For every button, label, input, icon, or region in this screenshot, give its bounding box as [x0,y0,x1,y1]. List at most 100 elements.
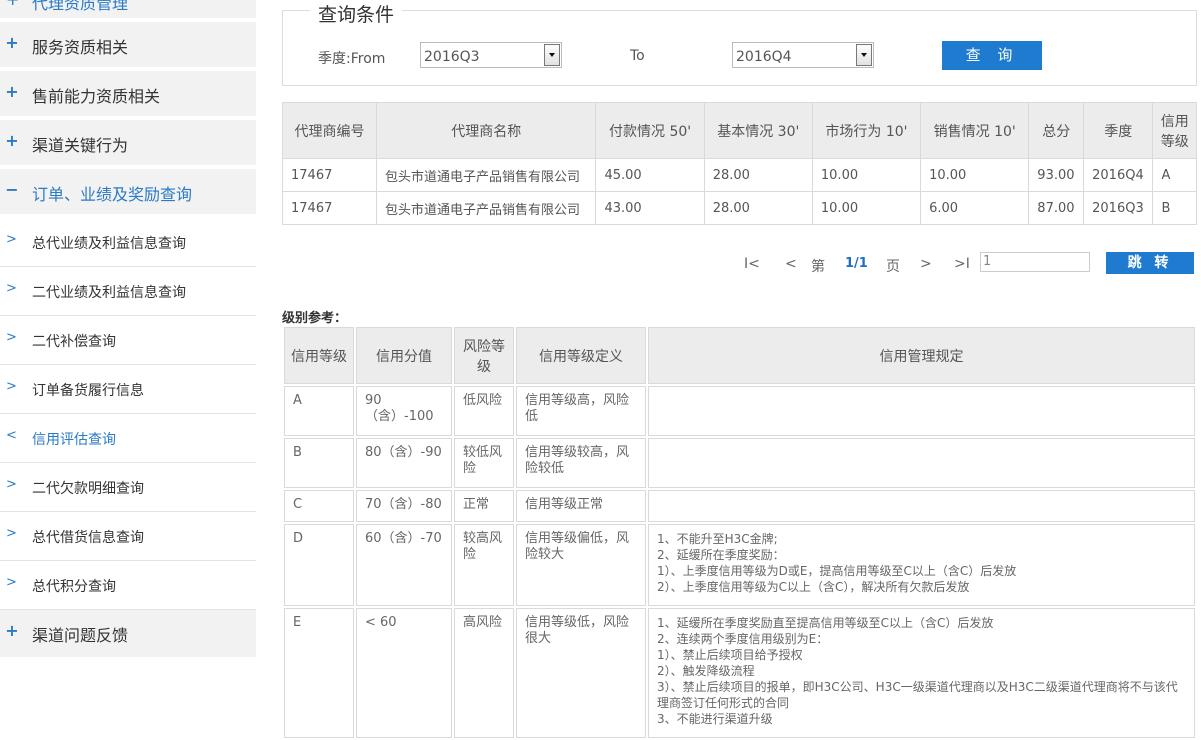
sidebar-item-presales-qualification[interactable]: + 售前能力资质相关 [0,71,256,118]
table-row: 17467 包头市道通电子产品销售有限公司 43.00 28.00 10.00 … [281,191,1197,225]
plus-icon: + [5,82,19,101]
jump-button[interactable]: 跳 转 [1106,252,1194,274]
page-suffix: 页 [886,259,900,275]
table-row: D 60（含）-70 较高风险 信用等级偏低，风险较大 1、不能升至H3C金牌;… [284,524,1195,606]
sidebar-item-label: 订单、业绩及奖励查询 [32,185,193,204]
rule-line: 2）、触发降级流程 [657,664,755,678]
cell-score: 70（含）-80 [356,490,452,522]
sidebar-subitem-distributor-performance[interactable]: > 总代业绩及利益信息查询 [0,218,256,267]
cell-risk: 较低风险 [454,438,514,488]
sidebar-item-channel-behavior[interactable]: + 渠道关键行为 [0,120,256,167]
dropdown-arrow-icon[interactable] [856,44,872,66]
chevron-right-icon: > [6,281,17,296]
search-button[interactable]: 查 询 [942,41,1042,70]
cell: 87.00 [1028,191,1085,225]
dropdown-arrow-icon[interactable] [544,44,560,66]
from-quarter-value: 2016Q3 [424,49,480,65]
col-header-agent-id: 代理商编号 [281,102,378,159]
cell-risk: 低风险 [454,386,514,436]
sidebar-subitem-label: 信用评估查询 [32,432,116,448]
table-row: A 90（含）-100 低风险 信用等级高，风险低 [284,386,1195,436]
to-label: To [630,48,645,64]
page-indicator: 1/1 [845,256,868,271]
cell: 2016Q3 [1083,191,1154,225]
next-page-button[interactable]: > [920,256,932,272]
cell: 6.00 [920,191,1030,225]
page-number-input[interactable]: 1 [980,252,1090,272]
cell: 17467 [281,191,378,225]
chevron-right-icon: > [6,477,17,492]
cell: 43.00 [595,191,705,225]
rule-line: 1）、禁止后续项目给予授权 [657,648,803,662]
table-row: B 80（含）-90 较低风险 信用等级较高，风险较低 [284,438,1195,488]
rule-line: 2、连续两个季度信用级别为E： [657,632,829,646]
col-header-credit-grade: 信用等级 [1152,102,1197,159]
rule-line: 1）、上季度信用等级为D或E，提高信用等级至C以上（含C）后发放 [657,564,1017,578]
sidebar-subitem-distributor-loans[interactable]: > 总代借货信息查询 [0,512,256,561]
sidebar-subitem-distributor-points[interactable]: > 总代积分查询 [0,561,256,610]
sidebar-subitem-label: 二代补偿查询 [32,334,116,350]
grade-reference-table: 信用等级 信用分值 风险等级 信用等级定义 信用管理规定 A 90（含）-100… [282,325,1197,740]
sidebar-subitem-label: 总代借货信息查询 [32,530,144,546]
from-label: 季度:From [318,51,386,67]
last-page-button[interactable]: >I [954,256,970,272]
cell: 10.00 [811,191,922,225]
to-quarter-select[interactable]: 2016Q4 [732,42,874,68]
col-header-quarter: 季度 [1083,102,1154,159]
cell: 包头市道通电子产品销售有限公司 [376,191,597,225]
page-prefix: 第 [811,259,825,275]
col-header-agent-name: 代理商名称 [376,102,597,159]
sidebar-item-service-qualification[interactable]: + 服务资质相关 [0,22,256,69]
cell-rules: 1、不能升至H3C金牌; 2、延缓所在季度奖励： 1）、上季度信用等级为D或E，… [648,524,1195,606]
col-header-basic: 基本情况 30' [703,102,813,159]
rule-line: 2、延缓所在季度奖励： [657,548,785,562]
cell: 45.00 [595,158,705,192]
sidebar: + 代理资质管理 + 服务资质相关 + 售前能力资质相关 + 渠道关键行为 − … [0,0,256,732]
sidebar-subitem-label: 订单备货履行信息 [32,383,144,399]
prev-page-button[interactable]: < [785,256,797,272]
from-quarter-select[interactable]: 2016Q3 [420,42,562,68]
sidebar-subitem-tier2-arrears[interactable]: > 二代欠款明细查询 [0,463,256,512]
cell: 17467 [281,158,378,192]
cell-grade: E [284,608,354,738]
sidebar-item-label: 售前能力资质相关 [32,87,161,106]
cell: A [1152,158,1197,192]
reference-header-row: 信用等级 信用分值 风险等级 信用等级定义 信用管理规定 [284,327,1195,384]
col-header-payment: 付款情况 50' [595,102,705,159]
table-row: E < 60 高风险 信用等级低，风险很大 1、延缓所在季度奖励直至提高信用等级… [284,608,1195,738]
rule-line: 1、延缓所在季度奖励直至提高信用等级至C以上（含C）后发放 [657,616,994,630]
sidebar-subitem-label: 二代欠款明细查询 [32,481,144,497]
sidebar-item-orders-performance[interactable]: − 订单、业绩及奖励查询 [0,169,256,216]
cell-definition: 信用等级较高，风险较低 [516,438,646,488]
chevron-right-icon: > [6,379,17,394]
plus-icon: + [5,621,19,640]
cell-definition: 信用等级高，风险低 [516,386,646,436]
cell-definition: 信用等级偏低，风险较大 [516,524,646,606]
sidebar-subitem-order-fulfillment[interactable]: > 订单备货履行信息 [0,365,256,414]
cell-risk: 较高风险 [454,524,514,606]
grade-reference-label: 级别参考： [282,311,348,326]
cell: 28.00 [703,158,813,192]
cell-grade: B [284,438,354,488]
cell-definition: 信用等级正常 [516,490,646,522]
sidebar-subitem-label: 总代积分查询 [32,579,116,595]
results-header-row: 代理商编号 代理商名称 付款情况 50' 基本情况 30' 市场行为 10' 销… [281,102,1197,159]
sidebar-subitem-credit-assessment[interactable]: < 信用评估查询 [0,414,256,463]
first-page-button[interactable]: I< [744,256,760,272]
sidebar-item-qualification[interactable]: + 代理资质管理 [0,0,256,18]
cell: 包头市道通电子产品销售有限公司 [376,158,597,192]
sidebar-subitem-tier2-compensation[interactable]: > 二代补偿查询 [0,316,256,365]
to-quarter-value: 2016Q4 [736,49,792,65]
sidebar-item-channel-feedback[interactable]: + 渠道问题反馈 [0,610,256,659]
sidebar-subitem-label: 二代业绩及利益信息查询 [32,285,186,301]
chevron-right-icon: > [6,526,17,541]
cell-risk: 高风险 [454,608,514,738]
cell: 28.00 [703,191,813,225]
plus-icon: + [6,0,19,9]
cell-rules [648,438,1195,488]
cell: 2016Q4 [1083,158,1154,192]
sidebar-subitem-label: 总代业绩及利益信息查询 [32,236,186,252]
cell-risk: 正常 [454,490,514,522]
chevron-right-icon: > [6,330,17,345]
sidebar-subitem-tier2-performance[interactable]: > 二代业绩及利益信息查询 [0,267,256,316]
